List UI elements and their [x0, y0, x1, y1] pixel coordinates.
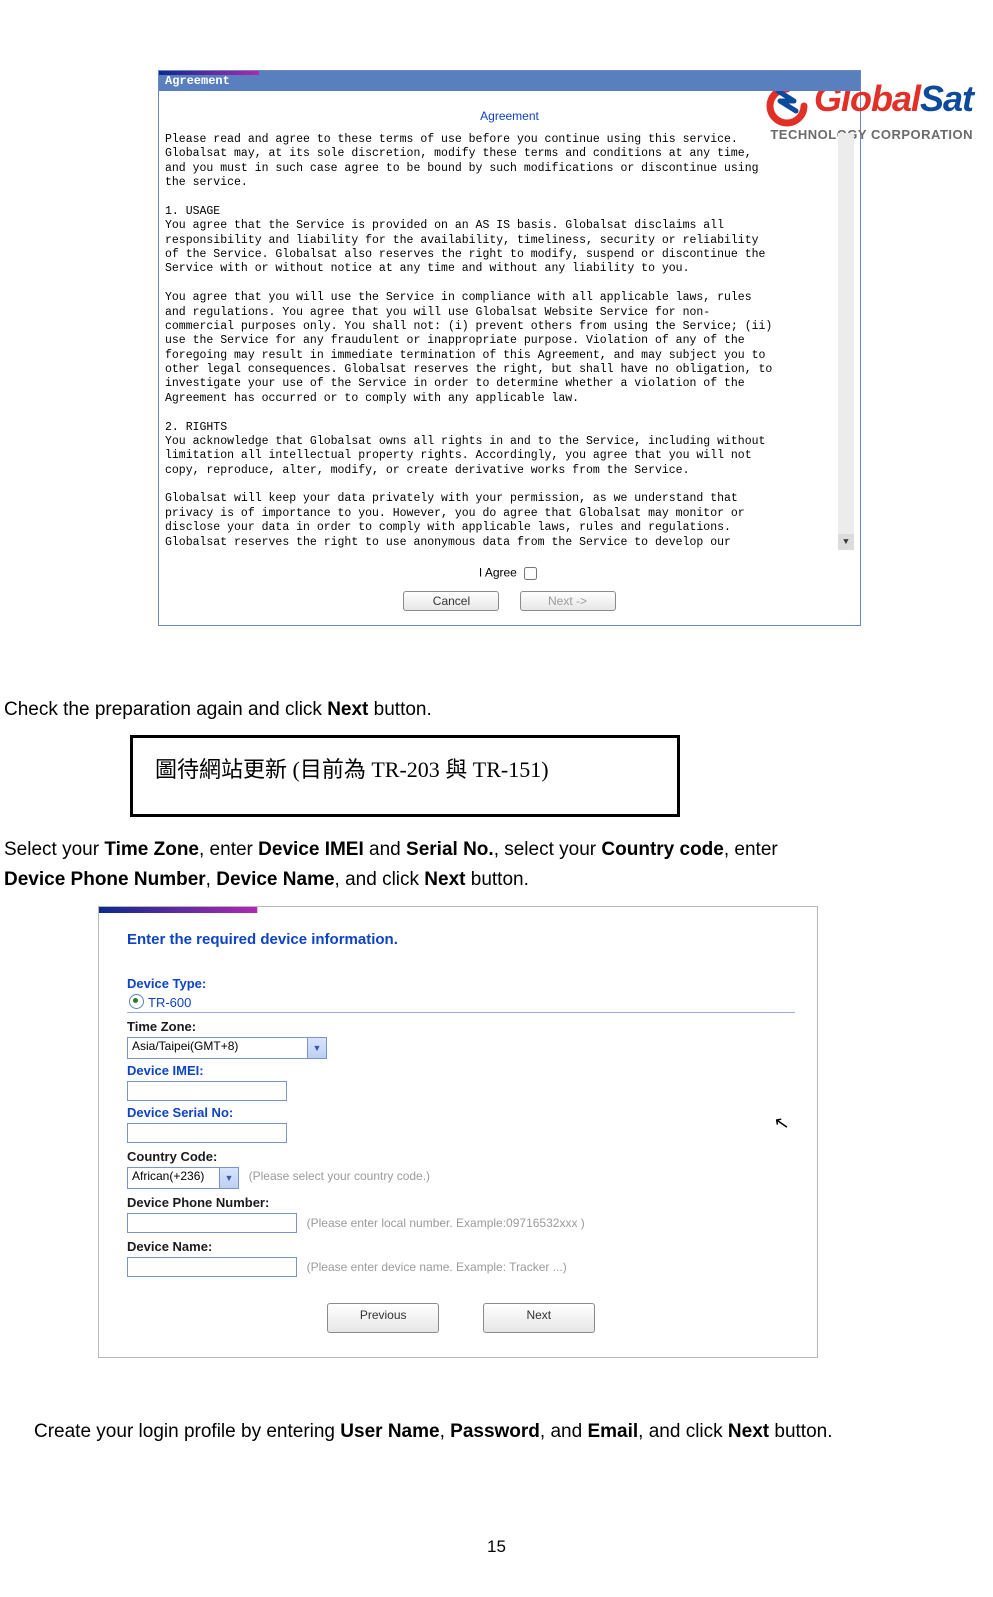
- instruction-device-info: Select your Time Zone, enter Device IMEI…: [0, 835, 993, 894]
- device-info-screenshot: Enter the required device information. D…: [98, 906, 818, 1358]
- imei-label: Device IMEI:: [127, 1063, 795, 1078]
- next-button[interactable]: Next ->: [520, 591, 616, 611]
- cursor-icon: ↖: [772, 1112, 791, 1135]
- phone-label: Device Phone Number:: [127, 1195, 795, 1210]
- timezone-label: Time Zone:: [127, 1019, 795, 1034]
- scroll-down-icon[interactable]: ▼: [838, 534, 854, 550]
- chevron-down-icon: ▼: [307, 1038, 326, 1058]
- placeholder-note-box: 圖待網站更新 (目前為 TR-203 與 TR-151): [130, 735, 680, 817]
- radio-selected-icon: [129, 994, 144, 1009]
- agreement-title: Agreement: [159, 91, 860, 131]
- device-name-hint: (Please enter device name. Example: Trac…: [307, 1260, 567, 1274]
- country-label: Country Code:: [127, 1149, 795, 1164]
- device-lead-text: Enter the required device information.: [127, 931, 795, 948]
- agree-checkbox[interactable]: [524, 567, 537, 580]
- phone-input[interactable]: [127, 1213, 297, 1233]
- device-type-option[interactable]: TR-600: [129, 994, 795, 1010]
- device-type-value: TR-600: [148, 995, 191, 1010]
- serial-label: Device Serial No:: [127, 1105, 795, 1120]
- placeholder-note-text: 圖待網站更新 (目前為 TR-203 與 TR-151): [155, 757, 549, 782]
- agreement-tab: Agreement: [159, 71, 860, 91]
- timezone-value: Asia/Taipei(GMT+8): [132, 1039, 238, 1053]
- agree-label: I Agree: [479, 566, 517, 580]
- country-value: African(+236): [132, 1169, 204, 1183]
- device-type-label: Device Type:: [127, 976, 795, 991]
- phone-hint: (Please enter local number. Example:0971…: [307, 1216, 585, 1230]
- instruction-check-next: Check the preparation again and click Ne…: [0, 696, 993, 724]
- agreement-text[interactable]: Please read and agree to these terms of …: [165, 133, 854, 550]
- timezone-select[interactable]: Asia/Taipei(GMT+8) ▼: [127, 1037, 327, 1059]
- device-name-label: Device Name:: [127, 1239, 795, 1254]
- previous-button[interactable]: Previous: [327, 1303, 439, 1333]
- cancel-button[interactable]: Cancel: [403, 591, 499, 611]
- agreement-tab-label: Agreement: [165, 74, 230, 88]
- agreement-screenshot: Agreement Agreement ▲ Please read and ag…: [158, 70, 861, 626]
- country-select[interactable]: African(+236) ▼: [127, 1167, 239, 1189]
- imei-input[interactable]: [127, 1081, 287, 1101]
- next-button[interactable]: Next: [483, 1303, 595, 1333]
- device-name-input[interactable]: [127, 1257, 297, 1277]
- serial-input[interactable]: [127, 1123, 287, 1143]
- country-hint: (Please select your country code.): [249, 1169, 430, 1183]
- chevron-down-icon: ▼: [219, 1168, 238, 1188]
- logo-mark-icon: [766, 85, 808, 127]
- instruction-login-profile: Create your login profile by entering Us…: [30, 1418, 993, 1447]
